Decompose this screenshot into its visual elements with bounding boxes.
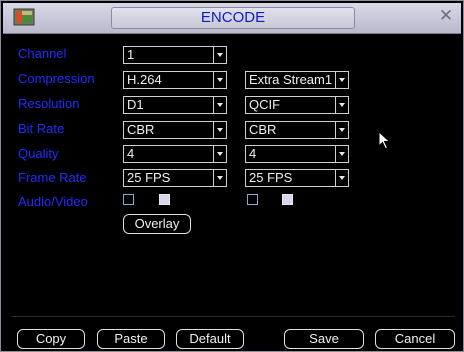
- compression-label: Compression: [18, 71, 95, 86]
- audio-video-label: Audio/Video: [18, 194, 88, 209]
- chevron-down-icon: [213, 72, 226, 88]
- frame-rate-label: Frame Rate: [18, 170, 87, 185]
- title-bar: ENCODE ✕: [3, 3, 461, 34]
- extra-frame-rate-select[interactable]: 25 FPS: [245, 169, 349, 187]
- extra-audio-checkbox[interactable]: [247, 194, 258, 205]
- main-audio-checkbox[interactable]: [123, 194, 134, 205]
- extra-stream-select[interactable]: Extra Stream1: [245, 71, 349, 89]
- chevron-down-icon: [335, 170, 348, 186]
- extra-resolution-select[interactable]: QCIF: [245, 96, 349, 114]
- compression-select[interactable]: H.264: [123, 71, 227, 89]
- default-button[interactable]: Default: [176, 329, 244, 349]
- extra-bit-rate-value: CBR: [249, 122, 277, 137]
- chevron-down-icon: [213, 97, 226, 113]
- window-title: ENCODE: [200, 9, 266, 26]
- quality-select[interactable]: 4: [123, 145, 227, 163]
- channel-label: Channel: [18, 46, 67, 61]
- close-icon[interactable]: ✕: [437, 7, 455, 25]
- bit-rate-select[interactable]: CBR: [123, 121, 227, 139]
- compression-value: H.264: [127, 72, 162, 87]
- quality-label: Quality: [18, 146, 59, 161]
- resolution-label: Resolution: [18, 96, 80, 111]
- save-button[interactable]: Save: [284, 329, 364, 349]
- quality-value: 4: [127, 146, 135, 161]
- encode-window: ENCODE ✕ Channel Compression Resolution …: [0, 0, 464, 352]
- extra-video-checkbox[interactable]: [282, 194, 293, 205]
- chevron-down-icon: [213, 170, 226, 186]
- frame-rate-select[interactable]: 25 FPS: [123, 169, 227, 187]
- divider: [11, 316, 455, 317]
- chevron-down-icon: [213, 122, 226, 138]
- channel-select[interactable]: 1: [123, 46, 227, 64]
- copy-button[interactable]: Copy: [17, 329, 85, 349]
- overlay-button[interactable]: Overlay: [123, 214, 191, 234]
- resolution-select[interactable]: D1: [123, 96, 227, 114]
- extra-stream-value: Extra Stream1: [249, 72, 333, 87]
- app-icon: [13, 8, 35, 26]
- mouse-cursor-icon: [378, 131, 391, 150]
- extra-resolution-value: QCIF: [249, 97, 281, 112]
- channel-value: 1: [127, 47, 135, 62]
- main-video-checkbox[interactable]: [159, 194, 170, 205]
- chevron-down-icon: [335, 122, 348, 138]
- chevron-down-icon: [213, 47, 226, 63]
- bit-rate-value: CBR: [127, 122, 155, 137]
- extra-frame-rate-value: 25 FPS: [249, 170, 293, 185]
- bit-rate-label: Bit Rate: [18, 121, 65, 136]
- extra-quality-select[interactable]: 4: [245, 145, 349, 163]
- chevron-down-icon: [335, 146, 348, 162]
- chevron-down-icon: [335, 72, 348, 88]
- cancel-button[interactable]: Cancel: [375, 329, 455, 349]
- frame-rate-value: 25 FPS: [127, 170, 171, 185]
- resolution-value: D1: [127, 97, 144, 112]
- extra-quality-value: 4: [249, 146, 257, 161]
- extra-bit-rate-select[interactable]: CBR: [245, 121, 349, 139]
- paste-button[interactable]: Paste: [97, 329, 165, 349]
- chevron-down-icon: [335, 97, 348, 113]
- chevron-down-icon: [213, 146, 226, 162]
